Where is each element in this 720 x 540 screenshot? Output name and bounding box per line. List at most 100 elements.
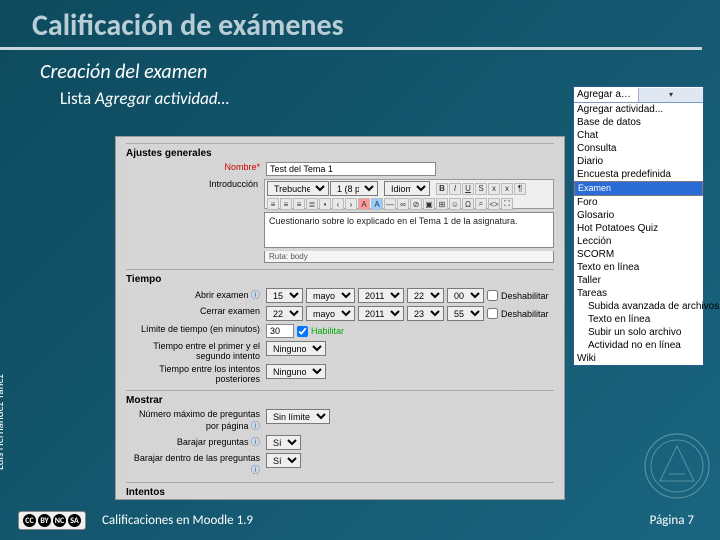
- align-left-icon[interactable]: ≡: [267, 198, 279, 210]
- activities-item[interactable]: SCORM: [574, 248, 703, 261]
- activities-item[interactable]: Hot Potatoes Quiz: [574, 222, 703, 235]
- ordered-list-icon[interactable]: ≣: [306, 198, 318, 210]
- activities-item[interactable]: Taller: [574, 274, 703, 287]
- activities-item[interactable]: Actividad no en línea: [574, 339, 703, 352]
- align-center-icon[interactable]: ≡: [280, 198, 292, 210]
- row-intro: Introducción Trebuchet 1 (8 pt) Idioma B…: [126, 179, 554, 263]
- help-icon[interactable]: ⓘ: [251, 421, 260, 431]
- footer: CC BY NC SA Calificaciones en Moodle 1.9…: [0, 511, 720, 530]
- sel-between-first[interactable]: Ninguno: [266, 341, 326, 356]
- size-select[interactable]: 1 (8 pt): [330, 181, 378, 196]
- fieldset-time: Tiempo Abrir examen ⓘ 15 mayo 2011 22 00…: [126, 269, 554, 384]
- strike-icon[interactable]: S: [475, 183, 487, 195]
- limit-enable-check[interactable]: [297, 326, 308, 337]
- activities-item[interactable]: Diario: [574, 155, 703, 168]
- editor-toolbar: Trebuchet 1 (8 pt) Idioma B I U S x x ¶: [264, 179, 554, 209]
- cc-nc-icon: NC: [53, 514, 66, 527]
- editor-body[interactable]: Cuestionario sobre lo explicado en el Te…: [264, 212, 554, 248]
- sel-between-later[interactable]: Ninguno: [266, 364, 326, 379]
- activities-item[interactable]: Subida avanzada de archivos: [574, 300, 703, 313]
- unlink-icon[interactable]: ⊘: [410, 198, 422, 210]
- find-icon[interactable]: ⌕: [475, 198, 487, 210]
- sel-shuffleq[interactable]: Sí: [266, 435, 301, 450]
- row-maxq: Número máximo de preguntas por página ⓘ …: [126, 409, 554, 432]
- activities-item[interactable]: Base de datos: [574, 116, 703, 129]
- input-limit[interactable]: [266, 324, 294, 338]
- open-min[interactable]: 00: [447, 288, 484, 303]
- subtitle-2-em: Agregar actividad…: [95, 88, 229, 109]
- fullscreen-icon[interactable]: ⛶: [501, 198, 513, 210]
- activities-item[interactable]: Wiki: [574, 352, 703, 365]
- lang-select[interactable]: Idioma: [384, 181, 430, 196]
- help-icon[interactable]: ⓘ: [251, 290, 260, 300]
- bgcolor-icon[interactable]: A: [371, 198, 383, 210]
- editor-status: Ruta: body: [264, 251, 554, 263]
- open-hour[interactable]: 22: [407, 288, 444, 303]
- activities-item[interactable]: Glosario: [574, 209, 703, 222]
- row-limit: Límite de tiempo (en minutos) Habilitar: [126, 324, 554, 338]
- chevron-down-icon[interactable]: ▾: [638, 88, 703, 102]
- image-icon[interactable]: ▣: [423, 198, 435, 210]
- close-year[interactable]: 2011: [358, 306, 404, 321]
- activities-item[interactable]: Tareas: [574, 287, 703, 300]
- color-icon[interactable]: A: [358, 198, 370, 210]
- close-min[interactable]: 55: [447, 306, 484, 321]
- html-icon[interactable]: <>: [488, 198, 500, 210]
- row-name: Nombre*: [126, 162, 554, 176]
- subtitle-1: Creación del examen: [0, 50, 720, 86]
- activities-dropdown[interactable]: Agregar actividad... ▾ Agregar actividad…: [573, 86, 704, 366]
- emoji-icon[interactable]: ☺: [449, 198, 461, 210]
- legend-time: Tiempo: [126, 274, 165, 285]
- fieldset-general: Ajustes generales Nombre* Introducción T…: [126, 143, 554, 263]
- sel-shufflea[interactable]: Sí: [266, 453, 301, 468]
- activities-item[interactable]: Encuesta predefinida: [574, 168, 703, 181]
- activities-item[interactable]: Subir un solo archivo: [574, 326, 703, 339]
- input-name[interactable]: [266, 162, 436, 176]
- cc-badge: CC BY NC SA: [18, 511, 86, 530]
- activities-item[interactable]: Consulta: [574, 142, 703, 155]
- cc-by-icon: BY: [38, 514, 51, 527]
- activities-combo[interactable]: Agregar actividad... ▾: [574, 87, 703, 103]
- underline-icon[interactable]: U: [462, 183, 474, 195]
- open-disable-check[interactable]: [487, 290, 498, 301]
- open-day[interactable]: 15: [266, 288, 303, 303]
- open-month[interactable]: mayo: [306, 288, 355, 303]
- link-icon[interactable]: ∞: [397, 198, 409, 210]
- clean-icon[interactable]: ¶: [514, 183, 526, 195]
- cc-sa-icon: SA: [68, 514, 81, 527]
- hr-icon[interactable]: —: [384, 198, 396, 210]
- label-intro: Introducción: [126, 179, 264, 189]
- help-icon[interactable]: ⓘ: [251, 465, 260, 475]
- sel-maxq[interactable]: Sin límite: [266, 409, 330, 424]
- table-icon[interactable]: ⊞: [436, 198, 448, 210]
- open-year[interactable]: 2011: [358, 288, 404, 303]
- close-month[interactable]: mayo: [306, 306, 355, 321]
- close-hour[interactable]: 23: [407, 306, 444, 321]
- label-name-text: Nombre*: [224, 162, 260, 172]
- activities-item[interactable]: Chat: [574, 129, 703, 142]
- activities-item[interactable]: Lección: [574, 235, 703, 248]
- italic-icon[interactable]: I: [449, 183, 461, 195]
- unordered-list-icon[interactable]: •: [319, 198, 331, 210]
- outdent-icon[interactable]: ‹: [332, 198, 344, 210]
- row-between-later: Tiempo entre los intentos posteriores Ni…: [126, 364, 554, 384]
- bold-icon[interactable]: B: [436, 183, 448, 195]
- moodle-form-panel: Ajustes generales Nombre* Introducción T…: [115, 136, 565, 500]
- activities-item[interactable]: Foro: [574, 196, 703, 209]
- close-day[interactable]: 22: [266, 306, 303, 321]
- activities-item[interactable]: Texto en línea: [574, 261, 703, 274]
- label-close: Cerrar examen: [126, 306, 266, 316]
- fieldset-attempts: Intentos Intentos permitidos ⓘ 1: [126, 482, 554, 500]
- char-icon[interactable]: Ω: [462, 198, 474, 210]
- row-shuffleq: Barajar preguntas ⓘ Sí: [126, 435, 554, 450]
- activities-item[interactable]: Agregar actividad...: [574, 103, 703, 116]
- activities-item[interactable]: Texto en línea: [574, 313, 703, 326]
- align-right-icon[interactable]: ≡: [293, 198, 305, 210]
- sup-icon[interactable]: x: [501, 183, 513, 195]
- activities-item[interactable]: Examen: [574, 181, 703, 196]
- font-select[interactable]: Trebuchet: [267, 181, 329, 196]
- sub-icon[interactable]: x: [488, 183, 500, 195]
- help-icon[interactable]: ⓘ: [251, 437, 260, 447]
- indent-icon[interactable]: ›: [345, 198, 357, 210]
- close-disable-check[interactable]: [487, 308, 498, 319]
